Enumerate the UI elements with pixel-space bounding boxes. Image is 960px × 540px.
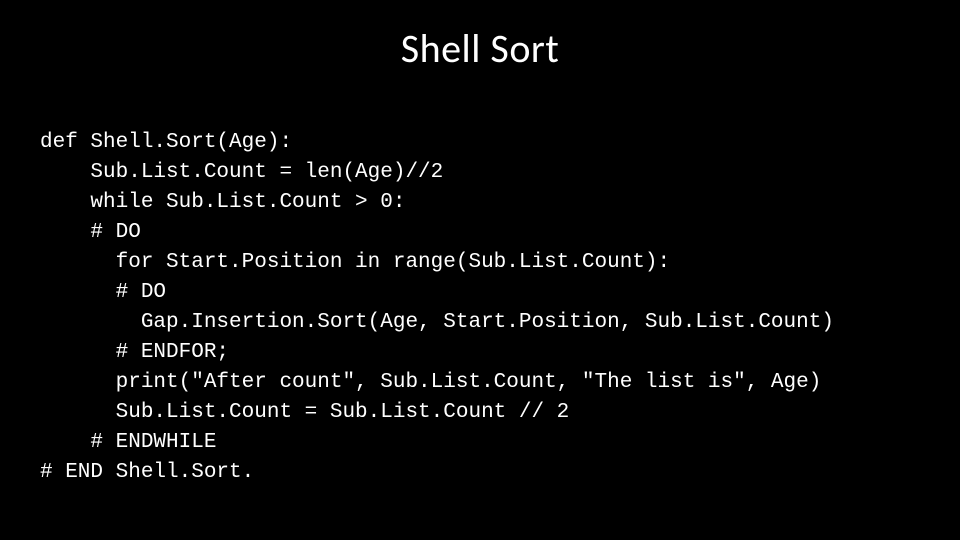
slide: Shell Sort def Shell.Sort(Age): Sub.List… [0,0,960,540]
slide-title: Shell Sort [0,24,960,73]
code-block: def Shell.Sort(Age): Sub.List.Count = le… [40,128,834,488]
